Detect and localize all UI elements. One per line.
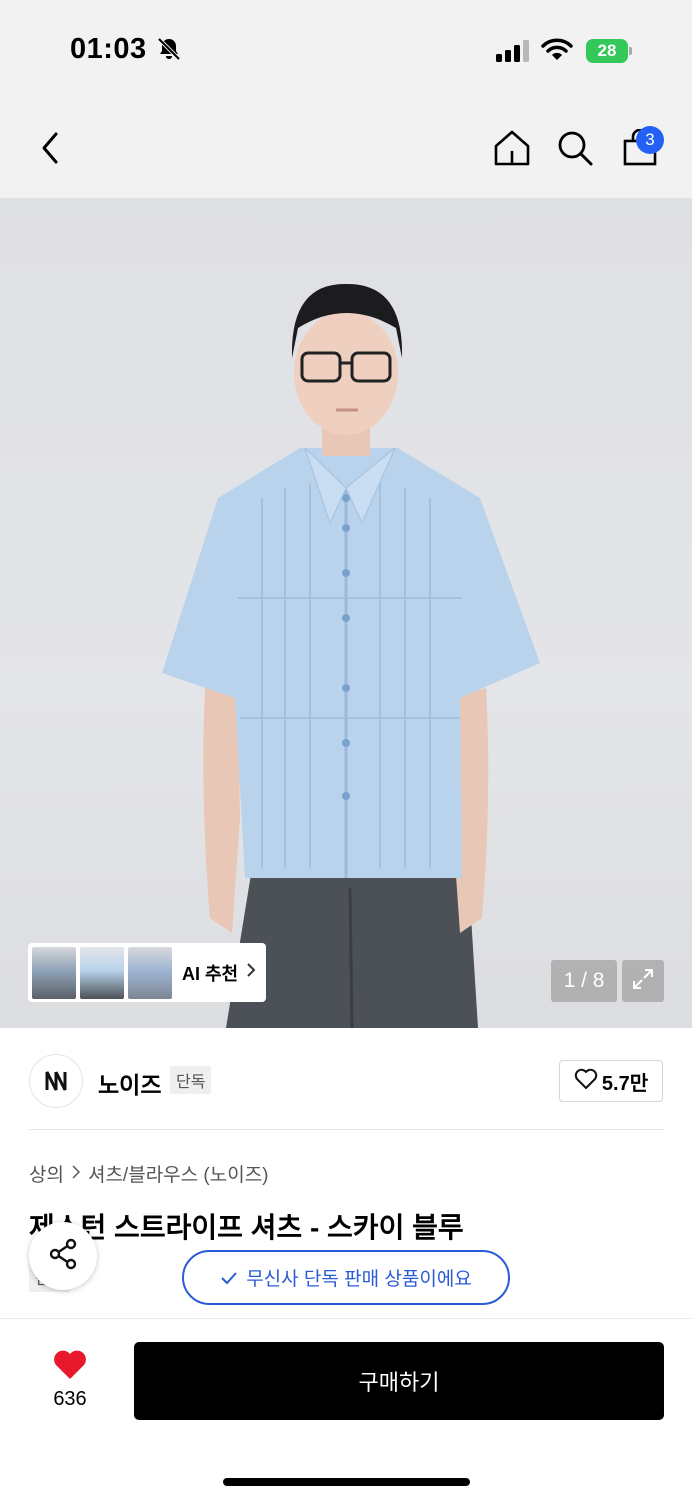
purchase-bar: 636 구매하기 bbox=[0, 1318, 692, 1500]
exclusive-tag: 단독 bbox=[170, 1066, 212, 1094]
check-icon bbox=[221, 1271, 237, 1284]
ai-recommend-button[interactable]: AI 추천 bbox=[28, 943, 266, 1002]
status-bar: 01:03 28 bbox=[0, 0, 692, 100]
breadcrumb-subcategory[interactable]: 셔츠/블라우스 (노이즈) bbox=[88, 1160, 269, 1187]
chevron-right-icon bbox=[246, 962, 256, 983]
brand-name[interactable]: 노이즈 bbox=[98, 1066, 161, 1100]
image-page-indicator: 1 / 8 bbox=[551, 960, 617, 1002]
breadcrumb-chevron-icon bbox=[72, 1163, 81, 1185]
search-button[interactable] bbox=[555, 130, 595, 170]
breadcrumb-category[interactable]: 상의 bbox=[29, 1160, 64, 1187]
expand-icon bbox=[631, 967, 655, 996]
heart-filled-icon bbox=[52, 1350, 88, 1385]
ai-thumbnail bbox=[80, 946, 124, 999]
ai-thumbnail bbox=[128, 946, 172, 999]
home-icon bbox=[493, 129, 531, 172]
home-indicator bbox=[223, 1478, 470, 1486]
heart-outline-icon bbox=[574, 1068, 598, 1095]
brand-logo-icon bbox=[45, 1071, 67, 1091]
search-icon bbox=[556, 129, 594, 172]
battery-level: 28 bbox=[597, 41, 617, 60]
status-time: 01:03 bbox=[70, 33, 147, 65]
exclusive-notice-text: 무신사 단독 판매 상품이에요 bbox=[246, 1269, 472, 1290]
back-button[interactable] bbox=[30, 130, 70, 170]
buy-button[interactable]: 구매하기 bbox=[134, 1342, 664, 1420]
bell-slash-icon bbox=[156, 36, 182, 67]
brand-row: 노이즈 단독 5.7만 bbox=[0, 1030, 692, 1130]
signal-icon bbox=[496, 40, 532, 67]
cart-badge: 3 bbox=[636, 126, 664, 154]
top-nav bbox=[0, 100, 692, 198]
back-chevron-icon bbox=[39, 131, 61, 170]
expand-image-button[interactable] bbox=[622, 960, 664, 1002]
share-button[interactable] bbox=[29, 1222, 97, 1290]
ai-recommend-label: AI 추천 bbox=[182, 963, 239, 984]
brand-like-button[interactable]: 5.7만 bbox=[559, 1060, 663, 1102]
battery-charging-icon: 28 bbox=[586, 39, 632, 63]
wishlist-count: 636 bbox=[53, 1388, 87, 1410]
exclusive-notice-pill[interactable]: 무신사 단독 판매 상품이에요 bbox=[182, 1250, 510, 1305]
wifi-icon bbox=[541, 38, 573, 67]
product-image[interactable] bbox=[0, 198, 692, 1028]
product-title: 제스턴 스트라이프 셔츠 - 스카이 블루 bbox=[29, 1212, 464, 1243]
home-button[interactable] bbox=[492, 130, 532, 170]
divider bbox=[29, 1129, 664, 1130]
ai-thumbnail bbox=[32, 946, 76, 999]
wishlist-button[interactable]: 636 bbox=[40, 1349, 100, 1411]
brand-like-count: 5.7만 bbox=[601, 1072, 649, 1095]
share-icon bbox=[46, 1237, 80, 1276]
breadcrumb: 상의 셔츠/블라우스 (노이즈) bbox=[29, 1160, 269, 1187]
model-photo bbox=[162, 283, 540, 1028]
brand-logo[interactable] bbox=[29, 1054, 83, 1108]
